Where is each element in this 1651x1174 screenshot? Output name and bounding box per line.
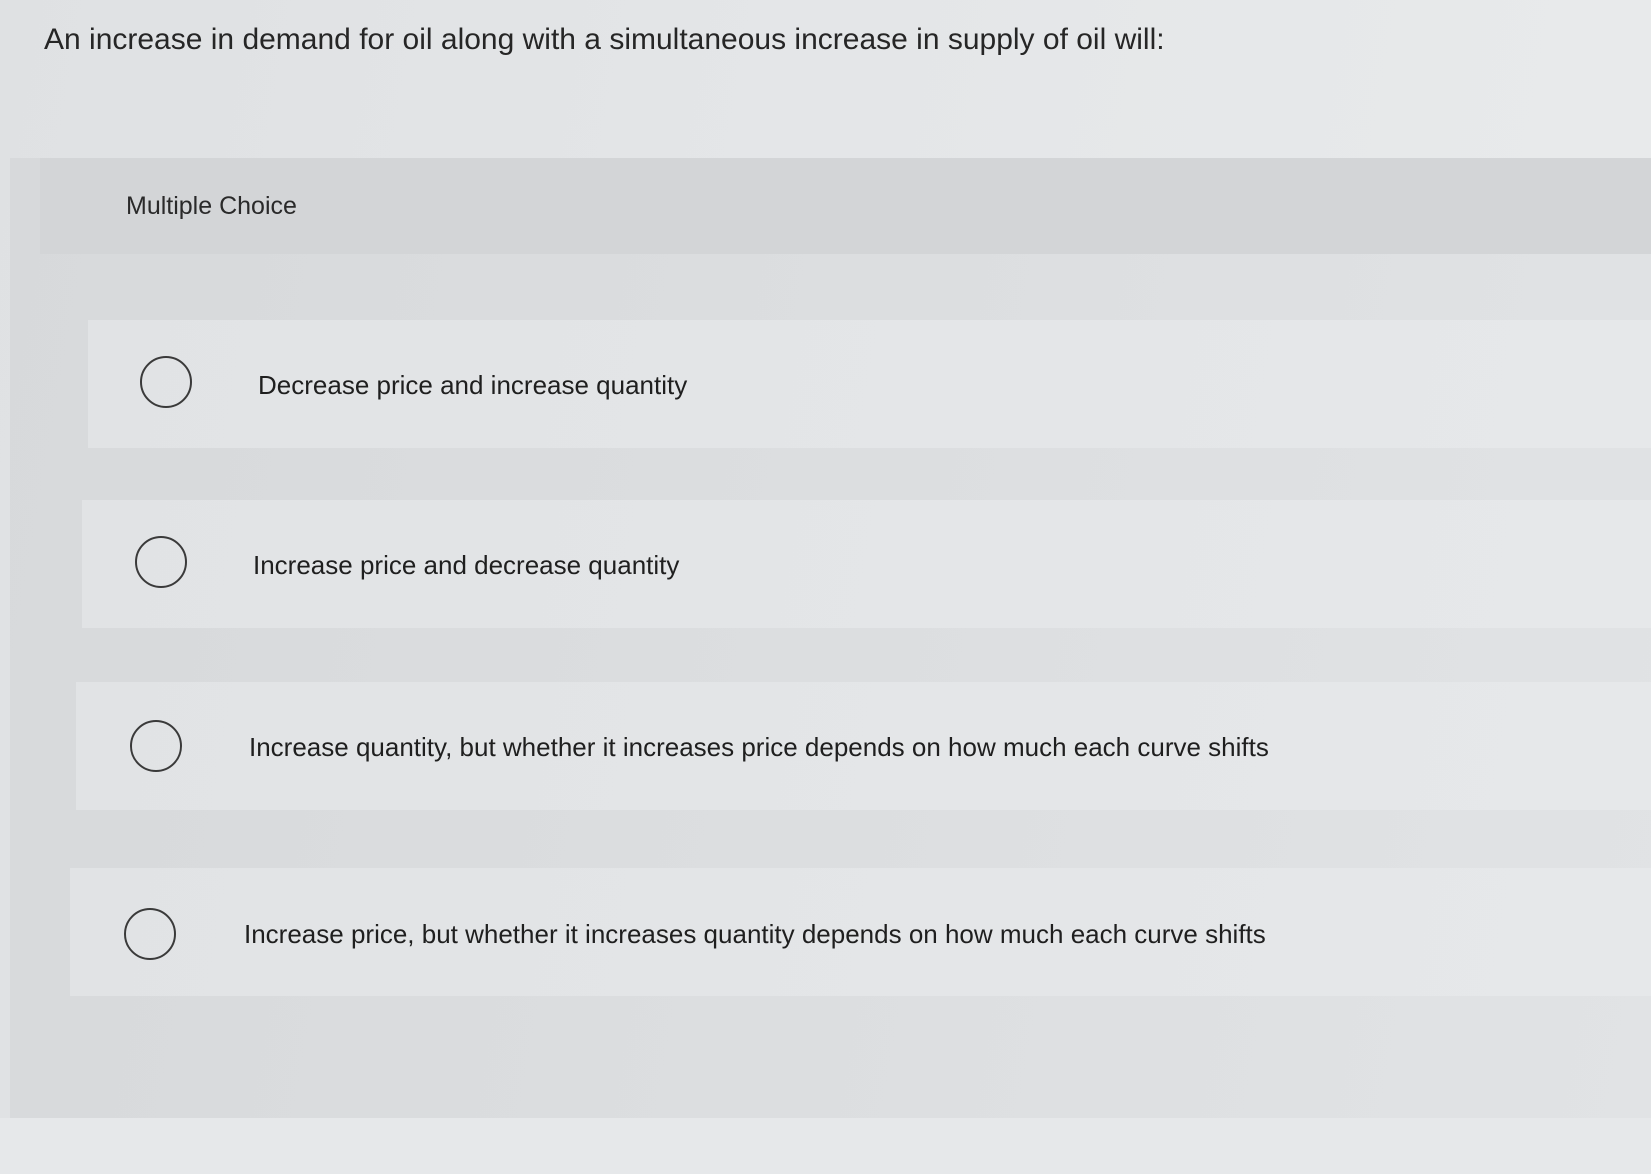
choice-option-1[interactable]: Decrease price and increase quantity: [88, 320, 1651, 448]
radio-unchecked-icon[interactable]: [135, 536, 187, 588]
question-text: An increase in demand for oil along with…: [44, 23, 1165, 56]
page-bottom-strip: [0, 1118, 1651, 1174]
radio-unchecked-icon[interactable]: [130, 720, 182, 772]
panel-title: Multiple Choice: [126, 192, 297, 220]
choice-label: Increase quantity, but whether it increa…: [249, 732, 1269, 762]
choice-label: Decrease price and increase quantity: [258, 370, 688, 400]
choice-option-4[interactable]: Increase price, but whether it increases…: [70, 868, 1651, 996]
radio-unchecked-icon[interactable]: [140, 356, 192, 408]
choice-label: Increase price and decrease quantity: [253, 550, 680, 580]
radio-unchecked-icon[interactable]: [124, 908, 176, 960]
choice-label: Increase price, but whether it increases…: [244, 919, 1266, 949]
choice-option-3[interactable]: Increase quantity, but whether it increa…: [76, 682, 1651, 810]
choice-option-2[interactable]: Increase price and decrease quantity: [82, 500, 1651, 628]
